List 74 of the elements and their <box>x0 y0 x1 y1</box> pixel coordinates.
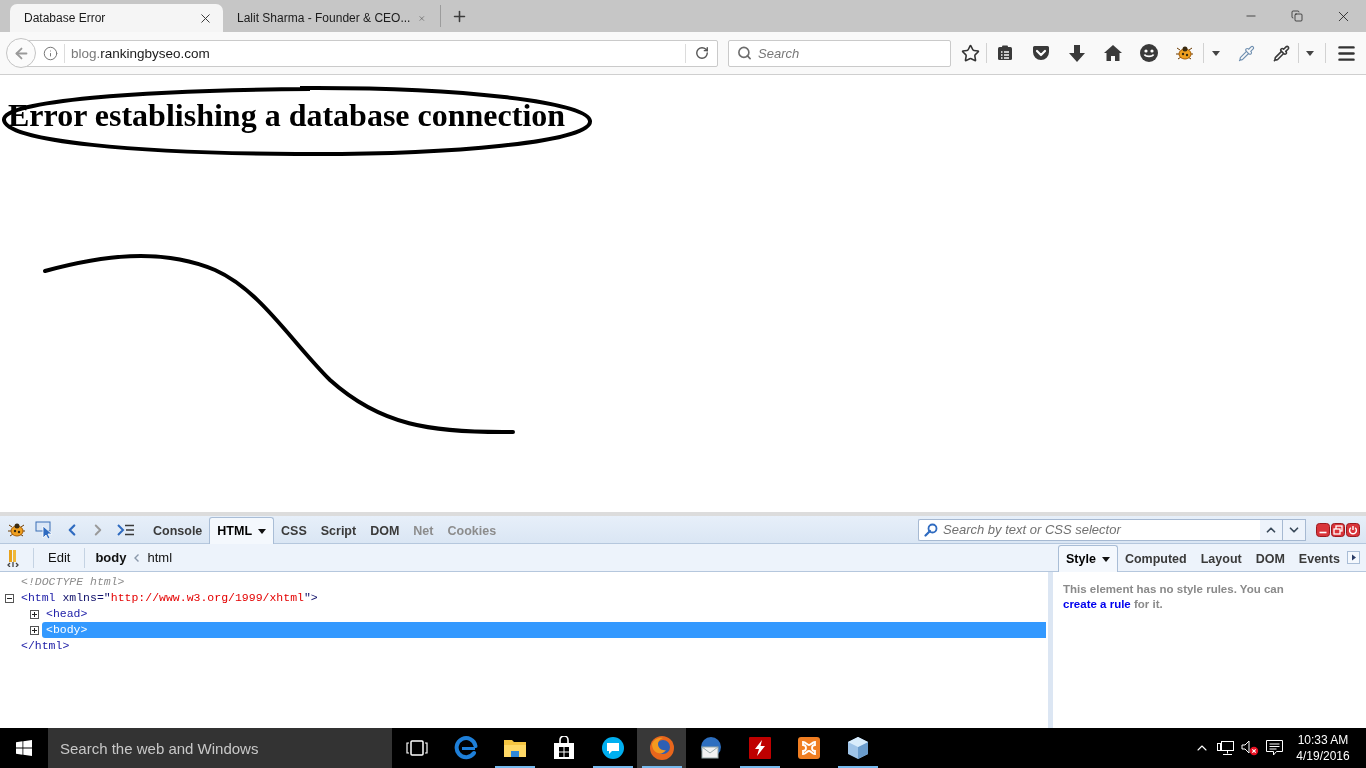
eyedropper-icon[interactable] <box>1272 44 1290 62</box>
plus-box-icon[interactable] <box>30 625 39 635</box>
swirl-logo-icon <box>453 736 478 760</box>
tag-line[interactable]: <head> <box>42 606 88 622</box>
start-icon[interactable] <box>16 740 32 756</box>
side-panel-tab[interactable]: Computed <box>1117 546 1194 571</box>
tab-title: Database Error <box>24 11 107 25</box>
cube-icon <box>845 736 870 760</box>
home-icon[interactable] <box>1104 45 1122 61</box>
panel-tab[interactable]: CSS <box>274 518 314 543</box>
clock-date: 4/19/2016 <box>1296 748 1350 764</box>
smiley-icon[interactable] <box>1140 44 1158 62</box>
panel-tab[interactable]: Script <box>313 518 364 543</box>
cursor-icon[interactable] <box>35 520 53 539</box>
tag-line[interactable]: <html xmlns="http://www.w3.org/1999/xhtml"> <box>17 590 318 606</box>
lightning-tile-icon <box>747 736 772 760</box>
command-line-icon[interactable] <box>116 523 134 536</box>
bug-icon[interactable] <box>1176 46 1194 60</box>
network-icon[interactable] <box>1217 740 1235 756</box>
tab-title: Lalit Sharma - Founder & CEO... <box>237 11 411 25</box>
reload-icon[interactable] <box>694 46 709 60</box>
notification-icon[interactable] <box>1265 740 1283 756</box>
shopping-bag-icon <box>552 736 575 760</box>
edit-button[interactable]: Edit <box>42 547 77 568</box>
caret-icon[interactable] <box>1306 50 1314 56</box>
tile-logo-icon <box>796 736 821 760</box>
folder-icon <box>502 737 527 759</box>
download-icon[interactable] <box>1069 44 1085 62</box>
plus-box-icon[interactable] <box>30 609 39 619</box>
chat-bubble-icon <box>600 736 625 760</box>
caret-icon[interactable] <box>258 528 267 534</box>
panel-tab[interactable]: Console <box>146 518 210 543</box>
triangle-right-icon[interactable] <box>1347 551 1360 564</box>
style-message: This element has no style rules. You can create a rule for it. <box>1063 582 1285 612</box>
doctype-line: <!DOCTYPE html> <box>20 574 125 590</box>
rectangles-icon <box>405 740 428 756</box>
side-panel-tab[interactable]: Events <box>1291 546 1347 571</box>
minus-box-icon[interactable] <box>5 593 14 603</box>
back-button[interactable] <box>6 38 36 68</box>
muted-speaker-icon[interactable] <box>1241 740 1259 756</box>
restore-icon[interactable] <box>1331 522 1345 537</box>
restore-icon[interactable] <box>1291 10 1303 22</box>
search-field[interactable]: Search the web and Windows <box>48 728 392 768</box>
star-icon[interactable] <box>960 43 980 63</box>
list-board-icon[interactable] <box>997 45 1013 61</box>
error-heading: Error establishing a database connection <box>8 97 566 134</box>
panel-tab[interactable]: HTML <box>209 517 275 544</box>
info-icon[interactable] <box>43 45 58 61</box>
closing-tag-line[interactable]: </html> <box>17 638 70 654</box>
side-panel-tab[interactable]: Layout <box>1193 546 1249 571</box>
clock-time: 10:33 AM <box>1297 732 1349 748</box>
search-field[interactable]: Search by text or CSS selector <box>918 518 1260 541</box>
minimize-icon[interactable] <box>1316 522 1330 537</box>
side-panel-tab[interactable]: Style <box>1058 545 1118 572</box>
globe-icon <box>648 735 675 761</box>
caret-icon[interactable] <box>1101 556 1110 562</box>
side-panel-tab[interactable]: DOM <box>1248 546 1292 571</box>
chevron-left-icon <box>134 553 140 562</box>
breadcrumb[interactable]: body <box>93 547 129 568</box>
browser-tab[interactable]: Lalit Sharma - Founder & CEO... <box>223 4 436 32</box>
panel-tab[interactable]: DOM <box>363 518 407 543</box>
previous-match-button[interactable] <box>1259 518 1283 541</box>
search-field[interactable]: Search <box>728 39 951 67</box>
browser-tab[interactable]: Database Error <box>10 4 223 32</box>
caret-icon[interactable] <box>1212 50 1220 56</box>
bug-icon[interactable] <box>8 522 26 537</box>
search-icon <box>924 522 938 537</box>
power-icon[interactable] <box>1346 522 1360 537</box>
search-icon <box>737 45 752 61</box>
url-text: blog.rankingbyseo.com <box>71 45 210 61</box>
next-match-button[interactable] <box>1282 518 1306 541</box>
create-rule-link[interactable]: create a rule <box>1063 598 1131 610</box>
shield-chevron-icon[interactable] <box>1032 45 1050 61</box>
breadcrumb[interactable]: html <box>145 547 175 568</box>
